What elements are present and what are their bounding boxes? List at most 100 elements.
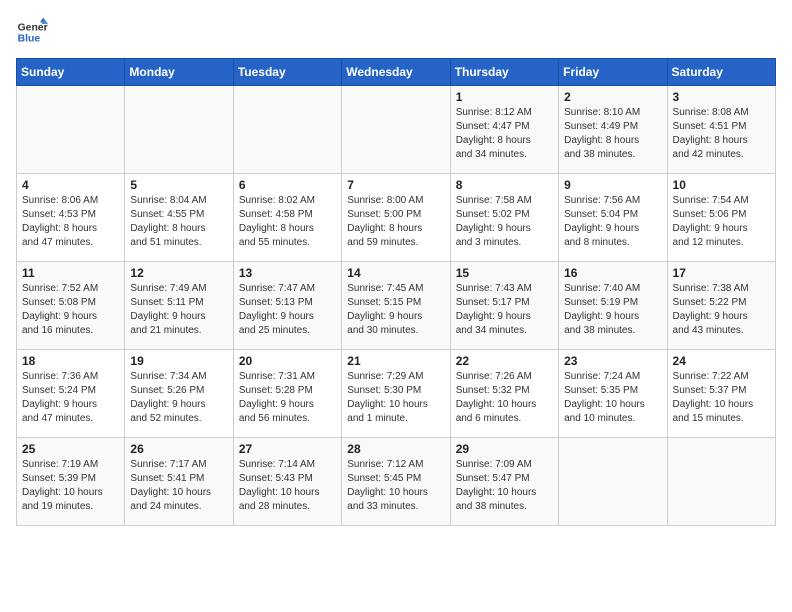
calendar-week-1: 4 Sunrise: 8:06 AM Sunset: 4:53 PM Daylig… [17,174,776,262]
cell-content: Sunrise: 8:10 AM Sunset: 4:49 PM Dayligh… [564,106,661,162]
day-number: 5 [130,178,227,192]
day-number: 28 [347,442,444,456]
calendar-cell [559,438,667,526]
day-number: 6 [239,178,336,192]
calendar-cell [342,86,450,174]
column-header-thursday: Thursday [450,59,558,86]
cell-content: Sunrise: 7:14 AM Sunset: 5:43 PM Dayligh… [239,458,336,514]
day-number: 14 [347,266,444,280]
calendar-cell: 11 Sunrise: 7:52 AM Sunset: 5:08 PM Dayli… [17,262,125,350]
calendar-table: SundayMondayTuesdayWednesdayThursdayFrid… [16,58,776,526]
day-number: 10 [673,178,770,192]
cell-content: Sunrise: 7:12 AM Sunset: 5:45 PM Dayligh… [347,458,444,514]
cell-content: Sunrise: 7:40 AM Sunset: 5:19 PM Dayligh… [564,282,661,338]
day-number: 24 [673,354,770,368]
calendar-cell: 10Sunrise: 7:54 AM Sunset: 5:06 PM Dayli… [667,174,775,262]
page-header: General Blue [16,16,776,48]
day-number: 7 [347,178,444,192]
calendar-cell: 9Sunrise: 7:56 AM Sunset: 5:04 PM Daylig… [559,174,667,262]
cell-content: Sunrise: 7:31 AM Sunset: 5:28 PM Dayligh… [239,370,336,426]
cell-content: Sunrise: 7:17 AM Sunset: 5:41 PM Dayligh… [130,458,227,514]
day-number: 2 [564,90,661,104]
day-number: 16 [564,266,661,280]
day-number: 27 [239,442,336,456]
cell-content: Sunrise: 7:45 AM Sunset: 5:15 PM Dayligh… [347,282,444,338]
day-number: 13 [239,266,336,280]
calendar-cell: 7 Sunrise: 8:00 AM Sunset: 5:00 PM Daylig… [342,174,450,262]
cell-content: Sunrise: 7:34 AM Sunset: 5:26 PM Dayligh… [130,370,227,426]
cell-content: Sunrise: 8:02 AM Sunset: 4:58 PM Dayligh… [239,194,336,250]
column-header-sunday: Sunday [17,59,125,86]
day-number: 17 [673,266,770,280]
day-number: 29 [456,442,553,456]
cell-content: Sunrise: 7:38 AM Sunset: 5:22 PM Dayligh… [673,282,770,338]
cell-content: Sunrise: 7:36 AM Sunset: 5:24 PM Dayligh… [22,370,119,426]
calendar-cell: 21 Sunrise: 7:29 AM Sunset: 5:30 PM Dayli… [342,350,450,438]
day-number: 12 [130,266,227,280]
calendar-cell: 22 Sunrise: 7:26 AM Sunset: 5:32 PM Dayli… [450,350,558,438]
day-number: 23 [564,354,661,368]
cell-content: Sunrise: 7:19 AM Sunset: 5:39 PM Dayligh… [22,458,119,514]
day-number: 3 [673,90,770,104]
day-number: 20 [239,354,336,368]
calendar-cell: 18 Sunrise: 7:36 AM Sunset: 5:24 PM Dayli… [17,350,125,438]
column-header-monday: Monday [125,59,233,86]
calendar-cell: 23 Sunrise: 7:24 AM Sunset: 5:35 PM Dayli… [559,350,667,438]
column-header-tuesday: Tuesday [233,59,341,86]
cell-content: Sunrise: 7:29 AM Sunset: 5:30 PM Dayligh… [347,370,444,426]
calendar-cell: 1 Sunrise: 8:12 AM Sunset: 4:47 PM Daylig… [450,86,558,174]
cell-content: Sunrise: 7:56 AM Sunset: 5:04 PM Dayligh… [564,194,661,250]
calendar-cell: 2 Sunrise: 8:10 AM Sunset: 4:49 PM Daylig… [559,86,667,174]
calendar-cell: 26 Sunrise: 7:17 AM Sunset: 5:41 PM Dayli… [125,438,233,526]
calendar-cell: 8Sunrise: 7:58 AM Sunset: 5:02 PM Daylig… [450,174,558,262]
cell-content: Sunrise: 8:06 AM Sunset: 4:53 PM Dayligh… [22,194,119,250]
day-number: 18 [22,354,119,368]
cell-content: Sunrise: 7:24 AM Sunset: 5:35 PM Dayligh… [564,370,661,426]
day-number: 22 [456,354,553,368]
day-number: 19 [130,354,227,368]
calendar-cell: 28 Sunrise: 7:12 AM Sunset: 5:45 PM Dayli… [342,438,450,526]
cell-content: Sunrise: 7:26 AM Sunset: 5:32 PM Dayligh… [456,370,553,426]
day-number: 26 [130,442,227,456]
calendar-cell: 3 Sunrise: 8:08 AM Sunset: 4:51 PM Daylig… [667,86,775,174]
calendar-cell: 20 Sunrise: 7:31 AM Sunset: 5:28 PM Dayli… [233,350,341,438]
day-number: 1 [456,90,553,104]
calendar-cell [17,86,125,174]
calendar-week-3: 18 Sunrise: 7:36 AM Sunset: 5:24 PM Dayli… [17,350,776,438]
column-header-saturday: Saturday [667,59,775,86]
logo-icon: General Blue [16,16,48,48]
calendar-week-2: 11 Sunrise: 7:52 AM Sunset: 5:08 PM Dayli… [17,262,776,350]
calendar-week-4: 25Sunrise: 7:19 AM Sunset: 5:39 PM Dayli… [17,438,776,526]
calendar-cell [125,86,233,174]
cell-content: Sunrise: 8:04 AM Sunset: 4:55 PM Dayligh… [130,194,227,250]
calendar-cell [233,86,341,174]
cell-content: Sunrise: 7:22 AM Sunset: 5:37 PM Dayligh… [673,370,770,426]
day-number: 21 [347,354,444,368]
calendar-cell: 27 Sunrise: 7:14 AM Sunset: 5:43 PM Dayli… [233,438,341,526]
cell-content: Sunrise: 8:12 AM Sunset: 4:47 PM Dayligh… [456,106,553,162]
logo: General Blue [16,16,48,48]
svg-text:Blue: Blue [18,34,41,45]
cell-content: Sunrise: 7:52 AM Sunset: 5:08 PM Dayligh… [22,282,119,338]
calendar-cell [667,438,775,526]
cell-content: Sunrise: 7:58 AM Sunset: 5:02 PM Dayligh… [456,194,553,250]
calendar-cell: 15Sunrise: 7:43 AM Sunset: 5:17 PM Dayli… [450,262,558,350]
calendar-cell: 4 Sunrise: 8:06 AM Sunset: 4:53 PM Daylig… [17,174,125,262]
calendar-cell: 6 Sunrise: 8:02 AM Sunset: 4:58 PM Daylig… [233,174,341,262]
calendar-cell: 17 Sunrise: 7:38 AM Sunset: 5:22 PM Dayli… [667,262,775,350]
calendar-week-0: 1 Sunrise: 8:12 AM Sunset: 4:47 PM Daylig… [17,86,776,174]
column-header-friday: Friday [559,59,667,86]
column-header-wednesday: Wednesday [342,59,450,86]
calendar-header-row: SundayMondayTuesdayWednesdayThursdayFrid… [17,59,776,86]
day-number: 4 [22,178,119,192]
cell-content: Sunrise: 8:08 AM Sunset: 4:51 PM Dayligh… [673,106,770,162]
calendar-cell: 24 Sunrise: 7:22 AM Sunset: 5:37 PM Dayli… [667,350,775,438]
cell-content: Sunrise: 7:09 AM Sunset: 5:47 PM Dayligh… [456,458,553,514]
cell-content: Sunrise: 8:00 AM Sunset: 5:00 PM Dayligh… [347,194,444,250]
calendar-cell: 5 Sunrise: 8:04 AM Sunset: 4:55 PM Daylig… [125,174,233,262]
day-number: 11 [22,266,119,280]
calendar-cell: 29 Sunrise: 7:09 AM Sunset: 5:47 PM Dayli… [450,438,558,526]
calendar-cell: 19 Sunrise: 7:34 AM Sunset: 5:26 PM Dayli… [125,350,233,438]
calendar-cell: 13Sunrise: 7:47 AM Sunset: 5:13 PM Dayli… [233,262,341,350]
calendar-cell: 14 Sunrise: 7:45 AM Sunset: 5:15 PM Dayli… [342,262,450,350]
